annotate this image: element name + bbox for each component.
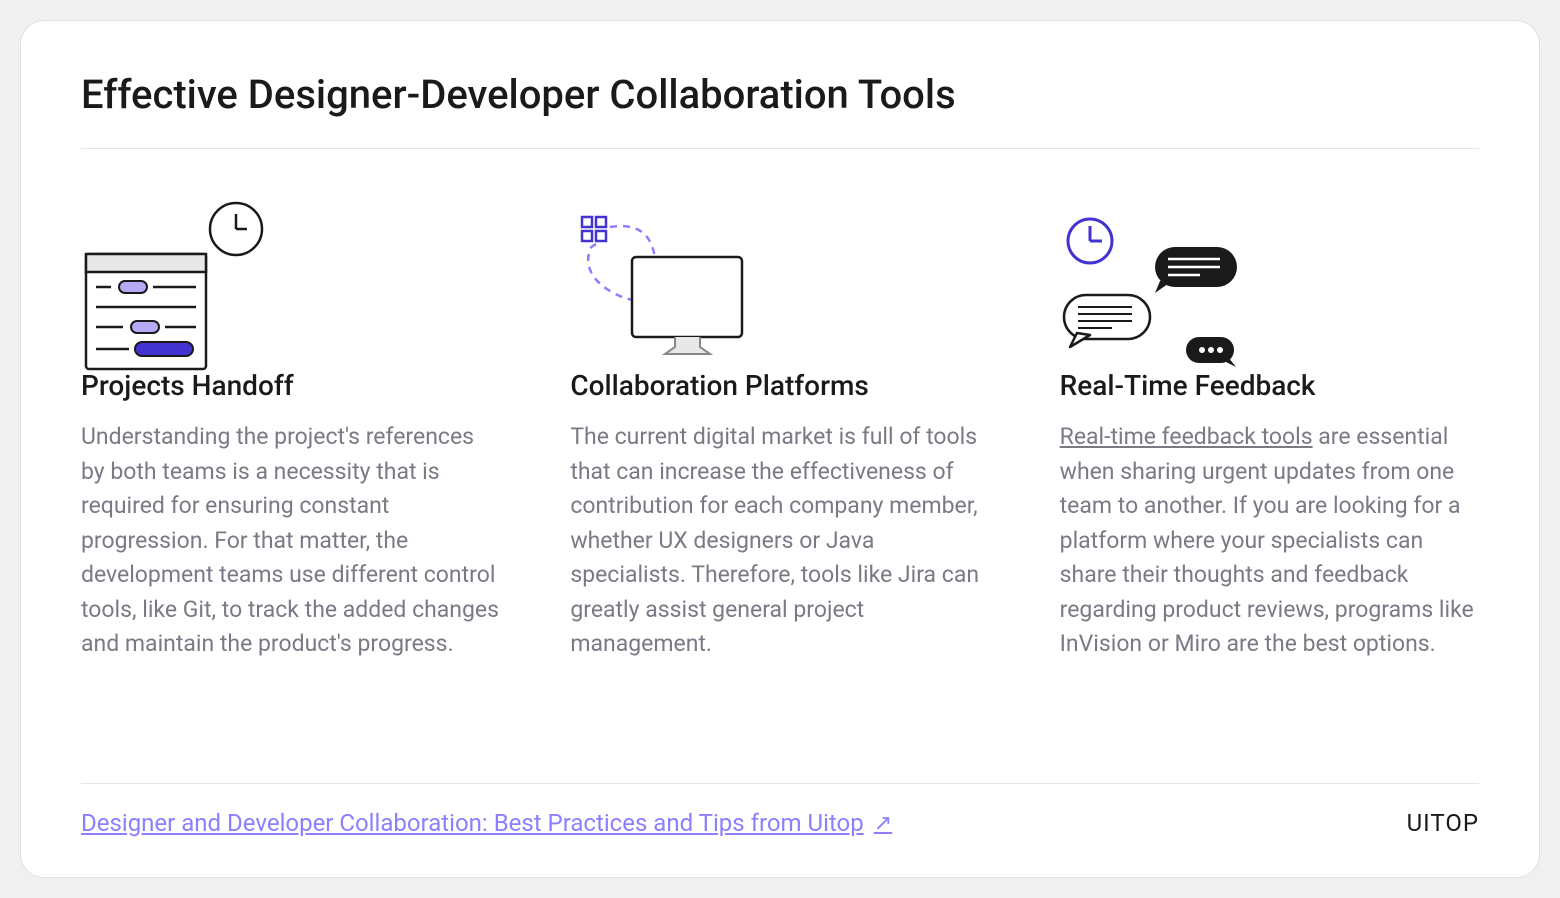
icon-area [81, 189, 500, 369]
icon-area [1060, 189, 1479, 369]
computer-grid-icon [570, 199, 760, 379]
footer-link-text: Designer and Developer Collaboration: Be… [81, 809, 864, 837]
column-title: Projects Handoff [81, 369, 500, 402]
brand-label: UITOP [1407, 809, 1479, 837]
gantt-clock-icon [81, 199, 271, 379]
column-realtime-feedback: Real-Time Feedback Real-time feedback to… [1060, 189, 1479, 662]
inline-link[interactable]: Real-time feedback tools [1060, 423, 1313, 450]
column-title: Collaboration Platforms [570, 369, 989, 402]
card-title: Effective Designer-Developer Collaborati… [81, 71, 1479, 118]
column-collaboration-platforms: Collaboration Platforms The current digi… [570, 189, 989, 662]
column-title: Real-Time Feedback [1060, 369, 1479, 402]
footer-row: Designer and Developer Collaboration: Be… [81, 809, 1479, 837]
info-card: Effective Designer-Developer Collaborati… [20, 20, 1540, 878]
column-text: The current digital market is full of to… [570, 420, 989, 662]
external-link-icon: ↗ [874, 811, 892, 836]
chat-clock-icon [1060, 199, 1260, 379]
column-text-after: are essential when sharing urgent update… [1060, 423, 1474, 657]
column-text: Real-time feedback tools are essential w… [1060, 420, 1479, 662]
icon-area [570, 189, 989, 369]
footer-link[interactable]: Designer and Developer Collaboration: Be… [81, 809, 892, 837]
footer: Designer and Developer Collaboration: Be… [81, 783, 1479, 837]
footer-divider [81, 783, 1479, 784]
column-text: Understanding the project's references b… [81, 420, 500, 662]
column-projects-handoff: Projects Handoff Understanding the proje… [81, 189, 500, 662]
divider [81, 148, 1479, 149]
columns-container: Projects Handoff Understanding the proje… [81, 189, 1479, 662]
